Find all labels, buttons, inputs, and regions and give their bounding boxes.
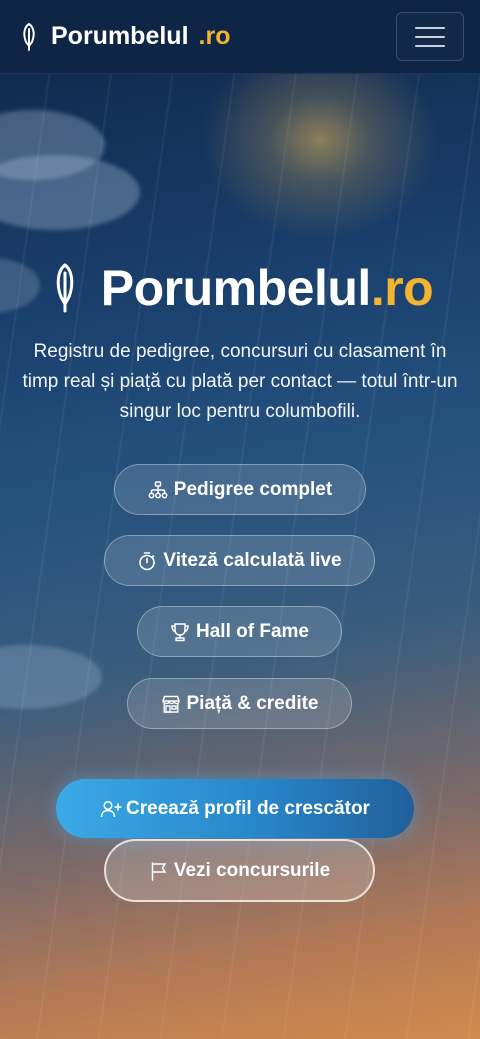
brand-tld: .ro — [198, 22, 231, 50]
stopwatch-icon — [139, 551, 156, 570]
sitemap-icon — [148, 480, 168, 498]
hero-title-name: Porumbelul — [100, 260, 372, 316]
create-breeder-profile-button[interactable]: Creează profil de crescător — [56, 779, 414, 838]
feather-icon — [23, 22, 35, 51]
shop-icon — [161, 695, 180, 713]
hero-title: Porumbelul .ro — [0, 258, 480, 318]
flag-icon — [151, 861, 167, 881]
feather-icon — [56, 263, 74, 313]
hamburger-icon-line — [415, 44, 445, 47]
view-contests-button[interactable]: Vezi concursurile — [104, 839, 375, 902]
hero-title-tld: .ro — [370, 260, 434, 316]
hamburger-icon-line — [415, 26, 445, 29]
feature-label: Viteză calculată live — [163, 549, 342, 571]
feature-pill-pedigree[interactable]: Pedigree complet — [114, 464, 366, 515]
feature-pill-market[interactable]: Piață & credite — [127, 678, 352, 729]
feature-pill-hall-of-fame[interactable]: Hall of Fame — [137, 606, 342, 657]
feature-label: Hall of Fame — [196, 620, 309, 642]
view-contests-label: Vezi concursurile — [173, 859, 331, 881]
user-plus-icon — [100, 800, 122, 817]
navbar: Porumbelul .ro — [0, 0, 480, 74]
trophy-icon — [171, 622, 189, 641]
hamburger-icon-line — [415, 35, 445, 38]
create-breeder-profile-label: Creează profil de crescător — [126, 797, 370, 819]
hero-subtitle: Registru de pedigree, concursuri cu clas… — [22, 341, 458, 422]
feature-pill-speed[interactable]: Viteză calculată live — [104, 535, 375, 586]
feature-label: Pedigree complet — [173, 478, 333, 500]
feature-label: Piață & credite — [186, 692, 319, 714]
brand-link[interactable]: Porumbelul .ro — [20, 22, 230, 51]
menu-toggle-button[interactable] — [396, 12, 464, 61]
brand-name: Porumbelul — [51, 22, 189, 50]
